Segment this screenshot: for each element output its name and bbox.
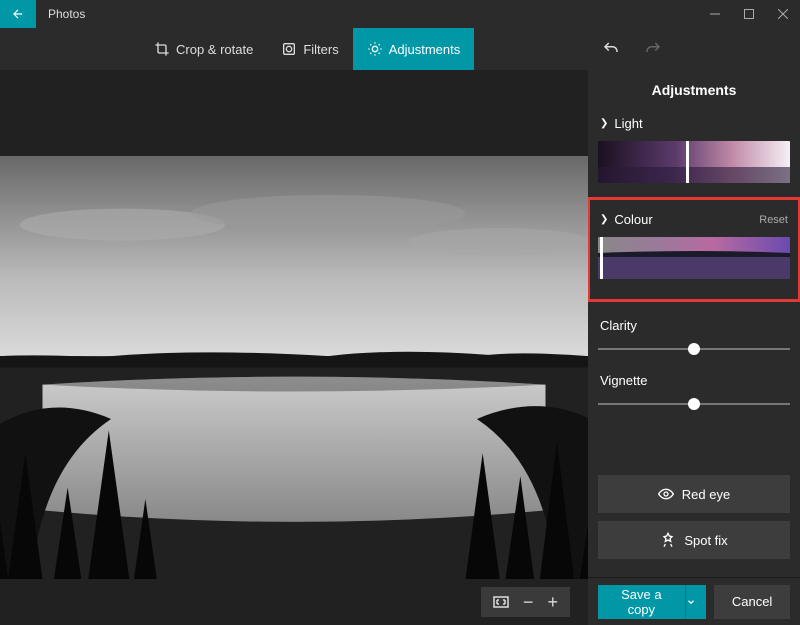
colour-marker (600, 237, 603, 279)
chevron-right-icon: ❯ (600, 214, 608, 225)
zoom-out-button[interactable]: − (523, 593, 534, 611)
light-slider[interactable] (598, 141, 790, 183)
tab-adjustments-label: Adjustments (389, 42, 461, 57)
colour-slider[interactable] (598, 237, 790, 279)
clarity-slider[interactable] (598, 339, 790, 359)
light-preview (598, 141, 790, 183)
section-colour-header[interactable]: ❯ Colour Reset (598, 206, 790, 233)
red-eye-label: Red eye (682, 487, 730, 502)
photo-content (0, 156, 588, 579)
app-title: Photos (36, 0, 85, 28)
filters-icon (281, 41, 297, 57)
adjustments-icon (367, 41, 383, 57)
spot-fix-button[interactable]: Spot fix (598, 521, 790, 559)
redo-icon (644, 40, 662, 58)
colour-highlight-annotation: ❯ Colour Reset (587, 197, 800, 302)
clarity-label: Clarity (600, 318, 788, 333)
chevron-down-icon (686, 597, 696, 607)
vignette-slider[interactable] (598, 394, 790, 414)
section-colour-label: Colour (614, 212, 652, 227)
colour-preview (598, 237, 790, 279)
back-button[interactable] (0, 0, 36, 28)
zoom-in-button[interactable]: + (547, 593, 558, 611)
spotfix-icon (660, 532, 676, 548)
vignette-label: Vignette (600, 373, 788, 388)
panel-heading: Adjustments (588, 70, 800, 110)
tab-crop-rotate[interactable]: Crop & rotate (140, 28, 267, 70)
cancel-button[interactable]: Cancel (714, 585, 790, 619)
minimize-icon (710, 9, 720, 19)
fit-screen-button[interactable] (493, 596, 509, 608)
minimize-button[interactable] (698, 0, 732, 28)
eye-icon (658, 486, 674, 502)
save-copy-button[interactable]: Save a copy (598, 585, 685, 619)
colour-reset-button[interactable]: Reset (759, 214, 788, 226)
chevron-right-icon: ❯ (600, 118, 608, 129)
tab-filters[interactable]: Filters (267, 28, 352, 70)
crop-icon (154, 41, 170, 57)
section-light-label: Light (614, 116, 642, 131)
close-icon (778, 9, 788, 19)
spot-fix-label: Spot fix (684, 533, 727, 548)
redo-button[interactable] (644, 40, 662, 58)
fit-icon (493, 596, 509, 608)
tab-adjustments[interactable]: Adjustments (353, 28, 475, 70)
tab-crop-label: Crop & rotate (176, 42, 253, 57)
maximize-button[interactable] (732, 0, 766, 28)
red-eye-button[interactable]: Red eye (598, 475, 790, 513)
close-button[interactable] (766, 0, 800, 28)
section-light-header[interactable]: ❯ Light (598, 110, 790, 137)
tab-filters-label: Filters (303, 42, 338, 57)
maximize-icon (744, 9, 754, 19)
undo-icon (602, 40, 620, 58)
save-dropdown-button[interactable] (685, 585, 707, 619)
light-marker (686, 141, 689, 183)
undo-button[interactable] (602, 40, 620, 58)
photo-canvas[interactable] (0, 156, 588, 579)
arrow-left-icon (11, 7, 25, 21)
